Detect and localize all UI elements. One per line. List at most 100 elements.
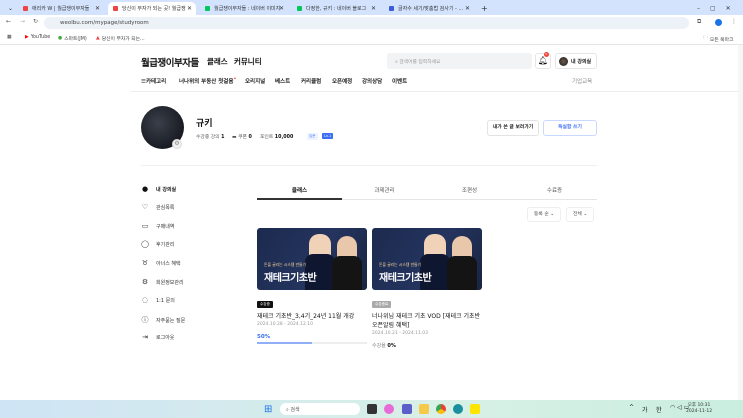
ime-indicator[interactable]: 한 bbox=[656, 405, 662, 414]
menu-class[interactable]: 클래스 bbox=[207, 56, 228, 67]
sidebar-item-account[interactable]: ⚙ 회원정보관리 bbox=[141, 278, 184, 286]
sidebar-item-logout[interactable]: ⇥ 로그아웃 bbox=[141, 333, 174, 341]
sidebar-label: 1:1 문의 bbox=[156, 297, 175, 304]
app-icon[interactable] bbox=[453, 404, 463, 414]
new-tab-button[interactable]: + bbox=[476, 2, 493, 15]
url-input[interactable]: weolbu.com/mypage/studyroom bbox=[44, 17, 689, 29]
nav-corporate[interactable]: 기업교육 bbox=[572, 77, 592, 85]
sidebar-item-inquiry[interactable]: ◌ 1:1 문의 bbox=[141, 296, 175, 304]
tab-certificate[interactable]: 수료증 bbox=[512, 186, 597, 194]
tab-class[interactable]: 클래스 bbox=[257, 186, 342, 194]
search-input[interactable]: ⌕ 검색어를 입력하세요 bbox=[387, 53, 532, 69]
sidebar-item-wishlist[interactable]: ♡ 관심목록 bbox=[141, 203, 175, 211]
apps-icon[interactable]: ▦ bbox=[7, 35, 12, 40]
nav-category[interactable]: ☰카테고리 bbox=[141, 77, 166, 85]
tab-title: 월급쟁이부자들 : 네이버 이미지 bbox=[214, 6, 281, 12]
stat-label: 쿠폰 bbox=[238, 135, 247, 140]
teams-icon[interactable] bbox=[402, 404, 412, 414]
course-card[interactable]: 돈을 굴리는 시스템 만들기 재테크기초반 수강종료 너나위님 재테크 기초 VO… bbox=[372, 228, 482, 349]
browser-tab-active[interactable]: 당신이 부자가 되는 곳! 월급쟁 ✕ bbox=[108, 2, 196, 15]
bookmark-label: YouTube bbox=[30, 35, 51, 40]
date: 2024-11-12 bbox=[686, 409, 713, 414]
close-icon[interactable]: ✕ bbox=[95, 5, 100, 12]
close-icon[interactable]: ✕ bbox=[279, 5, 284, 12]
tab-groups[interactable]: 조편성 bbox=[427, 186, 512, 194]
logout-icon: ⇥ bbox=[142, 333, 148, 341]
stat-coupons[interactable]: ▬ 쿠폰 0 bbox=[232, 133, 252, 140]
sort-dropdown[interactable]: 등록 순 ⌄ bbox=[527, 207, 562, 222]
dropdown-label: 전체 bbox=[573, 212, 582, 217]
tab-list-button[interactable]: ⌄ bbox=[3, 2, 15, 15]
nav-item[interactable]: 강의상담 bbox=[362, 77, 382, 85]
nav-item[interactable]: 너나위의 부동산 첫걸음• bbox=[179, 77, 236, 85]
wifi-volume-battery-icon[interactable]: ◠ ◁ ▭ bbox=[670, 404, 689, 411]
menu-community[interactable]: 커뮤니티 bbox=[234, 56, 262, 67]
close-icon[interactable]: ✕ bbox=[187, 5, 192, 12]
nav-item[interactable]: 커리큘럼 bbox=[301, 77, 321, 85]
course-date: 2024.10.28 - 2024.12.10 bbox=[257, 322, 314, 327]
chrome-icon[interactable] bbox=[436, 404, 446, 414]
nav-item[interactable]: 오리지널 bbox=[245, 77, 265, 85]
my-posts-button[interactable]: 내가 쓴 글 보러가기 bbox=[487, 120, 539, 136]
scrollbar[interactable] bbox=[738, 45, 743, 400]
course-thumbnail[interactable]: 돈을 굴리는 시스템 만들기 재테크기초반 bbox=[257, 228, 367, 290]
my-classroom-button[interactable]: 내 강의실 bbox=[555, 53, 597, 69]
gear-icon[interactable]: ⚙ bbox=[172, 139, 182, 149]
bell-icon: 🔔︎ bbox=[537, 56, 549, 65]
reload-icon[interactable]: ↻ bbox=[33, 18, 38, 25]
clock[interactable]: 오후 10:31 2024-11-12 bbox=[686, 403, 712, 415]
browser-tab[interactable]: 월급쟁이부자들 : 네이버 이미지 ✕ bbox=[200, 2, 288, 15]
close-icon[interactable]: ✕ bbox=[371, 5, 376, 12]
browser-tab[interactable]: 애리카 W | 월급쟁이부자들 ✕ bbox=[18, 2, 104, 15]
bookmark-item[interactable]: ● 스마트(JM) bbox=[58, 35, 87, 42]
profile-icon[interactable] bbox=[715, 19, 722, 26]
course-title[interactable]: 재테크 기초반_3,4기_24년 11월 개강 bbox=[257, 312, 367, 321]
stat-points[interactable]: 포인트 10,000 bbox=[260, 133, 293, 140]
kakaotalk-icon[interactable] bbox=[470, 404, 480, 414]
extensions-icon[interactable]: ⧉ bbox=[697, 18, 701, 26]
maximize-icon[interactable]: ▢ bbox=[710, 5, 716, 12]
taskbar-search[interactable]: ⌕ 검색 bbox=[280, 403, 360, 415]
write-button[interactable]: 독실함 쓰기 bbox=[543, 120, 597, 136]
browser-tab[interactable]: 다정한, 규키 : 네이버 블로그 ✕ bbox=[292, 2, 380, 15]
sidebar-item-faq[interactable]: ⓘ 자주묻는 질문 bbox=[141, 315, 186, 325]
minimize-icon[interactable]: – bbox=[697, 5, 700, 12]
task-view-icon[interactable] bbox=[367, 404, 377, 414]
sidebar-item-reviews[interactable]: ◯ 후기관리 bbox=[141, 240, 174, 248]
sidebar-item-honors[interactable]: ♉︎ 아너스 혜택 bbox=[141, 259, 181, 267]
bookmark-item[interactable]: ▶ YouTube bbox=[25, 35, 50, 40]
site-logo[interactable]: 월급쟁이부자들 bbox=[141, 55, 199, 69]
close-icon[interactable]: ✕ bbox=[465, 5, 470, 12]
chevron-down-icon: ⌄ bbox=[550, 212, 555, 217]
course-title[interactable]: 너나위님 재테크 기초 VOD [재테크 기초반 오픈알림 혜택] bbox=[372, 312, 482, 330]
sidebar-item-classroom[interactable]: ● 내 강의실 bbox=[141, 185, 176, 193]
notification-button[interactable]: 🔔︎ 0 bbox=[535, 52, 551, 69]
course-thumbnail[interactable]: 돈을 굴리는 시스템 만들기 재테크기초반 bbox=[372, 228, 482, 290]
filter-dropdown[interactable]: 전체 ⌄ bbox=[566, 207, 595, 222]
sidebar-label: 구매내역 bbox=[156, 223, 175, 230]
close-window-icon[interactable]: ✕ bbox=[726, 5, 731, 12]
course-card[interactable]: 돈을 굴리는 시스템 만들기 재테크기초반 수강중 재테크 기초반_3,4기_24… bbox=[257, 228, 367, 344]
chevron-up-icon[interactable]: ^ bbox=[629, 404, 634, 411]
nav-item[interactable]: 오픈예정 bbox=[332, 77, 352, 85]
tab-assignments[interactable]: 과제관리 bbox=[342, 186, 427, 194]
divider bbox=[141, 165, 597, 166]
file-explorer-icon[interactable] bbox=[419, 404, 429, 414]
wallet-icon: ▭ bbox=[141, 222, 149, 230]
copilot-icon[interactable] bbox=[384, 404, 394, 414]
menu-icon[interactable]: ⋮ bbox=[731, 18, 737, 25]
bookmark-item[interactable]: ▲ 당신이 부자가 되는... bbox=[96, 35, 145, 42]
sidebar-item-purchases[interactable]: ▭ 구매내역 bbox=[141, 222, 175, 230]
browser-tab[interactable]: 글자수 세기/맞춤법 검사기 - ... ✕ bbox=[384, 2, 474, 15]
back-icon[interactable]: ← bbox=[6, 18, 11, 25]
avatar bbox=[559, 56, 568, 66]
nav-item[interactable]: 이벤트 bbox=[392, 77, 407, 85]
window-controls[interactable]: – ▢ ✕ bbox=[692, 2, 736, 15]
favicon-icon bbox=[23, 6, 28, 11]
forward-icon[interactable]: → bbox=[20, 18, 25, 25]
windows-start-icon[interactable]: ⊞ bbox=[264, 404, 272, 415]
ime-indicator[interactable]: 가 bbox=[642, 405, 648, 414]
all-bookmarks[interactable]: 🗀 모든 북마크 bbox=[703, 35, 733, 43]
my-classroom-label: 내 강의실 bbox=[571, 58, 592, 65]
nav-item[interactable]: 베스트 bbox=[275, 77, 290, 85]
